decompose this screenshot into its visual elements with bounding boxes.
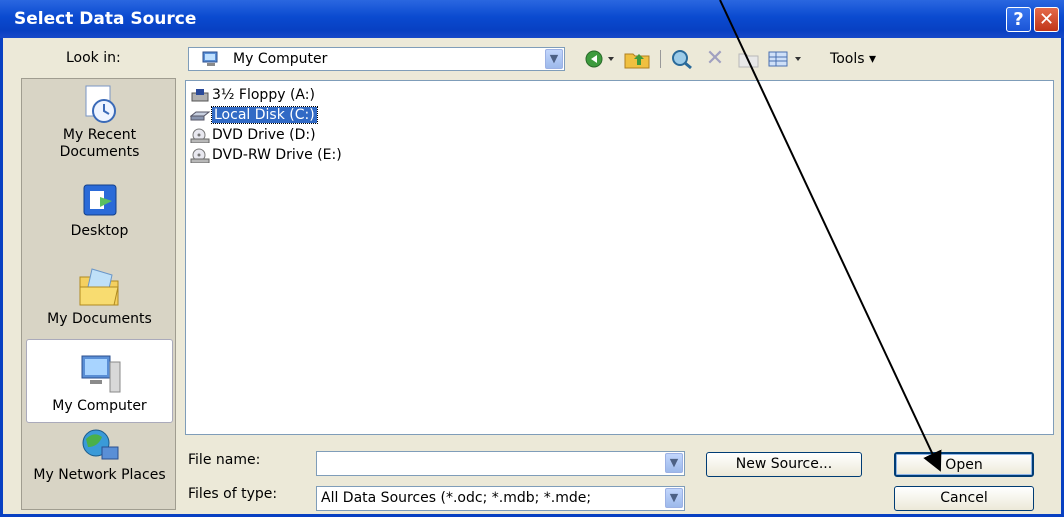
place-desktop[interactable]: Desktop <box>26 179 173 249</box>
floppy-drive-icon <box>191 89 209 102</box>
file-name: Local Disk (C:) <box>211 106 318 124</box>
desktop-icon <box>83 184 116 216</box>
place-label: My Documents <box>47 311 152 327</box>
place-label: My Network Places <box>33 467 166 483</box>
filename-combo[interactable]: ▼ <box>316 451 685 476</box>
list-item-dvd-rw-e[interactable]: DVD-RW Drive (E:) <box>190 145 342 165</box>
place-my-computer[interactable]: My Computer <box>26 339 173 423</box>
lookin-dropdown[interactable]: My Computer ▼ <box>188 47 565 71</box>
hard-disk-icon <box>190 111 210 121</box>
filetype-combo[interactable]: All Data Sources (*.odc; *.mdb; *.mde; ▼ <box>316 486 685 511</box>
place-label: My Recent Documents <box>59 127 140 160</box>
place-my-network-places[interactable]: My Network Places <box>26 427 173 507</box>
chevron-down-icon[interactable]: ▼ <box>545 49 563 69</box>
new-source-button[interactable]: New Source... <box>706 452 862 477</box>
my-computer-small-icon <box>202 51 218 66</box>
views-button[interactable] <box>766 48 812 70</box>
title-bar[interactable]: Select Data Source ? ✕ <box>0 0 1064 38</box>
up-folder-button[interactable] <box>622 48 652 70</box>
open-button[interactable]: Open <box>894 452 1034 477</box>
file-name: DVD Drive (D:) <box>212 127 316 143</box>
up-folder-icon <box>624 53 650 69</box>
toolbar-separator <box>656 48 664 70</box>
dvd-rw-drive-icon <box>190 148 210 163</box>
search-icon <box>672 50 692 70</box>
window-title: Select Data Source <box>14 9 197 29</box>
network-places-icon <box>82 429 118 460</box>
places-bar: My Recent Documents Desktop My Documents… <box>21 78 176 510</box>
file-name: 3½ Floppy (A:) <box>212 87 315 103</box>
place-label: Desktop <box>70 223 129 239</box>
new-folder-icon <box>738 53 759 68</box>
place-my-recent-documents[interactable]: My Recent Documents <box>26 83 173 169</box>
chevron-down-icon[interactable]: ▼ <box>665 453 683 473</box>
list-item-dvd-d[interactable]: DVD Drive (D:) <box>190 125 316 145</box>
chevron-down-icon[interactable]: ▼ <box>665 488 683 508</box>
cancel-button[interactable]: Cancel <box>894 486 1034 511</box>
recent-documents-icon <box>85 85 116 123</box>
my-computer-icon <box>81 355 120 393</box>
place-my-documents[interactable]: My Documents <box>26 263 173 335</box>
dvd-drive-icon <box>190 128 210 143</box>
views-icon <box>768 51 801 67</box>
back-button[interactable] <box>582 48 618 70</box>
lookin-label: Look in: <box>66 50 121 66</box>
back-arrow-icon <box>585 50 614 68</box>
delete-icon: ✕ <box>705 46 725 71</box>
help-button[interactable]: ? <box>1006 7 1031 32</box>
search-web-button[interactable] <box>667 48 697 70</box>
tools-menu[interactable]: Tools ▾ <box>818 48 888 70</box>
list-item-local-disk-c[interactable]: Local Disk (C:) <box>190 105 318 125</box>
delete-button[interactable]: ✕ <box>700 48 730 70</box>
close-button[interactable]: ✕ <box>1034 7 1059 32</box>
file-list[interactable]: 3½ Floppy (A:) Local Disk (C:) DVD Drive… <box>185 80 1054 435</box>
lookin-value: My Computer <box>233 51 328 67</box>
place-label: My Computer <box>52 398 147 414</box>
file-name: DVD-RW Drive (E:) <box>212 147 342 163</box>
new-folder-button[interactable] <box>734 48 764 70</box>
filetype-value: All Data Sources (*.odc; *.mdb; *.mde; <box>321 490 592 506</box>
my-documents-icon <box>79 268 119 306</box>
filename-label: File name: <box>188 452 261 468</box>
filetype-label: Files of type: <box>188 486 278 502</box>
list-item-floppy-a[interactable]: 3½ Floppy (A:) <box>190 85 315 105</box>
